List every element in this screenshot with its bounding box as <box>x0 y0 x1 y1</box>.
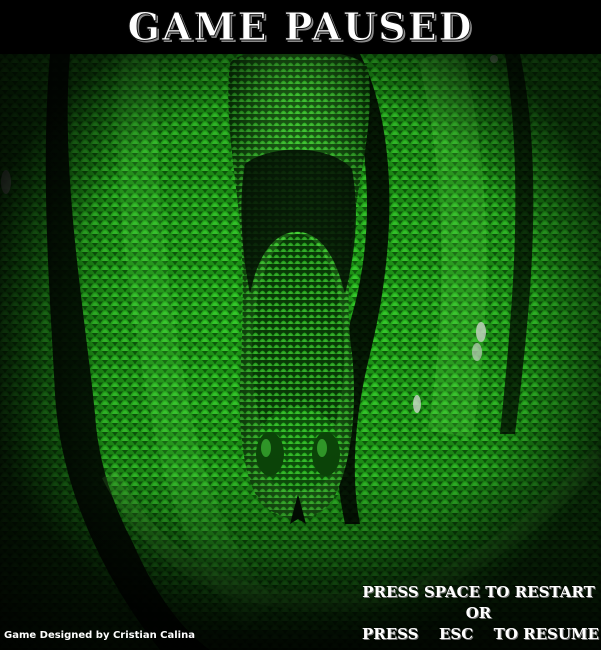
title-bar: GAME PAUSED <box>0 0 601 54</box>
green-snake-background <box>0 54 601 650</box>
designer-credit: Game Designed by Cristian Calina <box>4 630 195 641</box>
esc-key-label: ESC <box>438 625 474 643</box>
or-separator: OR <box>465 604 492 622</box>
press-word: PRESS <box>362 625 419 643</box>
pause-title: GAME PAUSED <box>127 4 474 50</box>
pause-screen: GAME PAUSED Game Designed by Cristian Ca… <box>0 0 601 650</box>
resume-instruction: PRESS ESC TO RESUME <box>356 624 601 645</box>
restart-instruction: PRESS SPACE TO RESTART <box>362 583 595 601</box>
to-resume-words: TO RESUME <box>493 625 599 643</box>
pause-instructions: PRESS SPACE TO RESTART OR PRESS ESC TO R… <box>356 582 601 645</box>
